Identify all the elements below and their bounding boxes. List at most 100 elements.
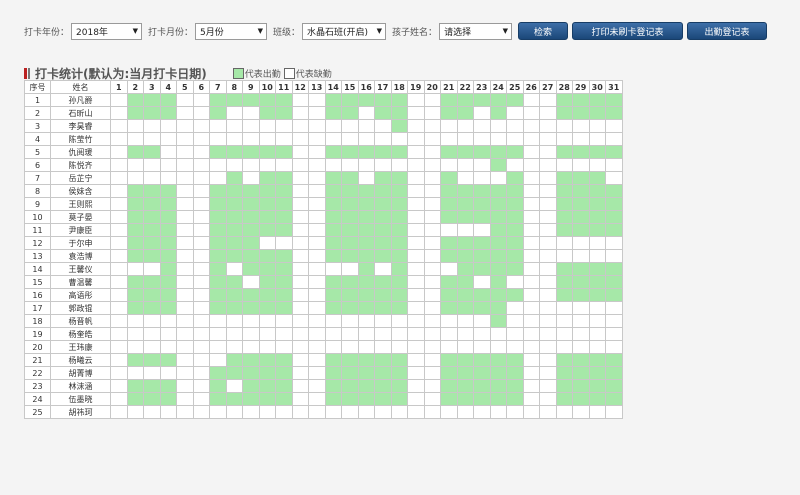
present-legend-swatch — [232, 67, 244, 79]
year-select[interactable]: 2018年 ▼ — [71, 22, 143, 40]
table-row: 23 林沫涵 — [24, 379, 623, 393]
attendance-cell-absent — [605, 158, 623, 172]
attendance-cell-absent — [473, 327, 491, 341]
attendance-cell-present — [275, 301, 293, 315]
attendance-cell-absent — [308, 405, 326, 419]
attendance-cell-present — [440, 236, 458, 250]
attendance-cell-present — [440, 301, 458, 315]
attendance-cell-present — [225, 392, 243, 406]
attendance-cell-present — [357, 249, 375, 263]
day-header-23: 23 — [473, 80, 491, 94]
attendance-cell-present — [588, 223, 606, 237]
attendance-cell-present — [209, 210, 227, 224]
attendance-cell-absent — [539, 340, 557, 354]
attendance-cell-absent — [242, 158, 260, 172]
attendance-cell-absent — [192, 158, 210, 172]
attendance-cell-present — [456, 379, 474, 393]
attendance-cell-absent — [390, 158, 408, 172]
student-name: 郭政锟 — [50, 301, 111, 315]
attendance-cell-absent — [308, 392, 326, 406]
attendance-cell-absent — [506, 314, 524, 328]
attendance-cell-absent — [456, 119, 474, 133]
attendance-cell-present — [341, 171, 359, 185]
attendance-cell-absent — [126, 262, 144, 276]
attendance-cell-absent — [192, 392, 210, 406]
row-index: 20 — [24, 340, 51, 354]
row-index: 9 — [24, 197, 51, 211]
attendance-cell-absent — [588, 249, 606, 263]
attendance-cell-present — [489, 236, 507, 250]
attendance-cell-present — [440, 145, 458, 159]
day-header-19: 19 — [407, 80, 425, 94]
month-select[interactable]: 5月份 ▼ — [195, 22, 268, 40]
child-select[interactable]: 请选择 ▼ — [439, 22, 513, 40]
attendance-register-button[interactable]: 出勤登记表 — [687, 22, 768, 40]
attendance-cell-absent — [291, 301, 309, 315]
attendance-cell-present — [341, 106, 359, 120]
row-index: 8 — [24, 184, 51, 198]
print-unswiped-button[interactable]: 打印未刷卡登记表 — [572, 22, 684, 40]
attendance-cell-absent — [192, 93, 210, 107]
attendance-cell-present — [456, 353, 474, 367]
attendance-cell-present — [390, 249, 408, 263]
attendance-cell-present — [374, 366, 392, 380]
attendance-cell-absent — [110, 262, 128, 276]
attendance-cell-present — [225, 223, 243, 237]
attendance-cell-absent — [275, 158, 293, 172]
attendance-cell-absent — [522, 132, 540, 146]
attendance-cell-absent — [291, 353, 309, 367]
attendance-cell-absent — [308, 106, 326, 120]
day-header-6: 6 — [192, 80, 210, 94]
attendance-cell-absent — [159, 119, 177, 133]
attendance-cell-absent — [539, 119, 557, 133]
attendance-cell-present — [374, 145, 392, 159]
attendance-cell-present — [225, 184, 243, 198]
attendance-cell-absent — [572, 327, 590, 341]
attendance-cell-present — [555, 262, 573, 276]
search-button[interactable]: 检索 — [518, 22, 569, 40]
attendance-cell-present — [572, 171, 590, 185]
attendance-cell-absent — [423, 132, 441, 146]
attendance-cell-absent — [522, 275, 540, 289]
attendance-cell-present — [275, 106, 293, 120]
attendance-cell-present — [324, 145, 342, 159]
attendance-cell-present — [143, 249, 161, 263]
attendance-cell-present — [258, 197, 276, 211]
attendance-cell-absent — [423, 158, 441, 172]
attendance-cell-present — [473, 379, 491, 393]
attendance-cell-absent — [308, 93, 326, 107]
attendance-cell-present — [324, 301, 342, 315]
attendance-cell-absent — [555, 405, 573, 419]
attendance-cell-absent — [522, 158, 540, 172]
attendance-cell-absent — [209, 119, 227, 133]
attendance-cell-absent — [126, 119, 144, 133]
attendance-cell-absent — [110, 249, 128, 263]
attendance-cell-absent — [572, 119, 590, 133]
attendance-cell-present — [506, 145, 524, 159]
attendance-cell-absent — [275, 236, 293, 250]
attendance-cell-present — [242, 288, 260, 302]
attendance-cell-absent — [506, 301, 524, 315]
attendance-cell-present — [209, 184, 227, 198]
attendance-cell-absent — [456, 314, 474, 328]
class-select[interactable]: 水晶石班(开启) ▼ — [302, 22, 387, 40]
attendance-cell-absent — [539, 327, 557, 341]
attendance-cell-absent — [374, 340, 392, 354]
attendance-cell-absent — [605, 236, 623, 250]
day-header-17: 17 — [374, 80, 392, 94]
attendance-cell-absent — [572, 301, 590, 315]
attendance-cell-absent — [440, 132, 458, 146]
attendance-cell-absent — [324, 119, 342, 133]
attendance-cell-present — [390, 93, 408, 107]
student-name: 王则熙 — [50, 197, 111, 211]
attendance-cell-present — [357, 93, 375, 107]
attendance-cell-present — [456, 210, 474, 224]
row-index: 4 — [24, 132, 51, 146]
attendance-cell-absent — [423, 171, 441, 185]
attendance-cell-absent — [291, 405, 309, 419]
attendance-cell-absent — [522, 249, 540, 263]
attendance-cell-present — [324, 93, 342, 107]
attendance-cell-present — [275, 275, 293, 289]
attendance-cell-absent — [374, 132, 392, 146]
attendance-cell-absent — [572, 314, 590, 328]
